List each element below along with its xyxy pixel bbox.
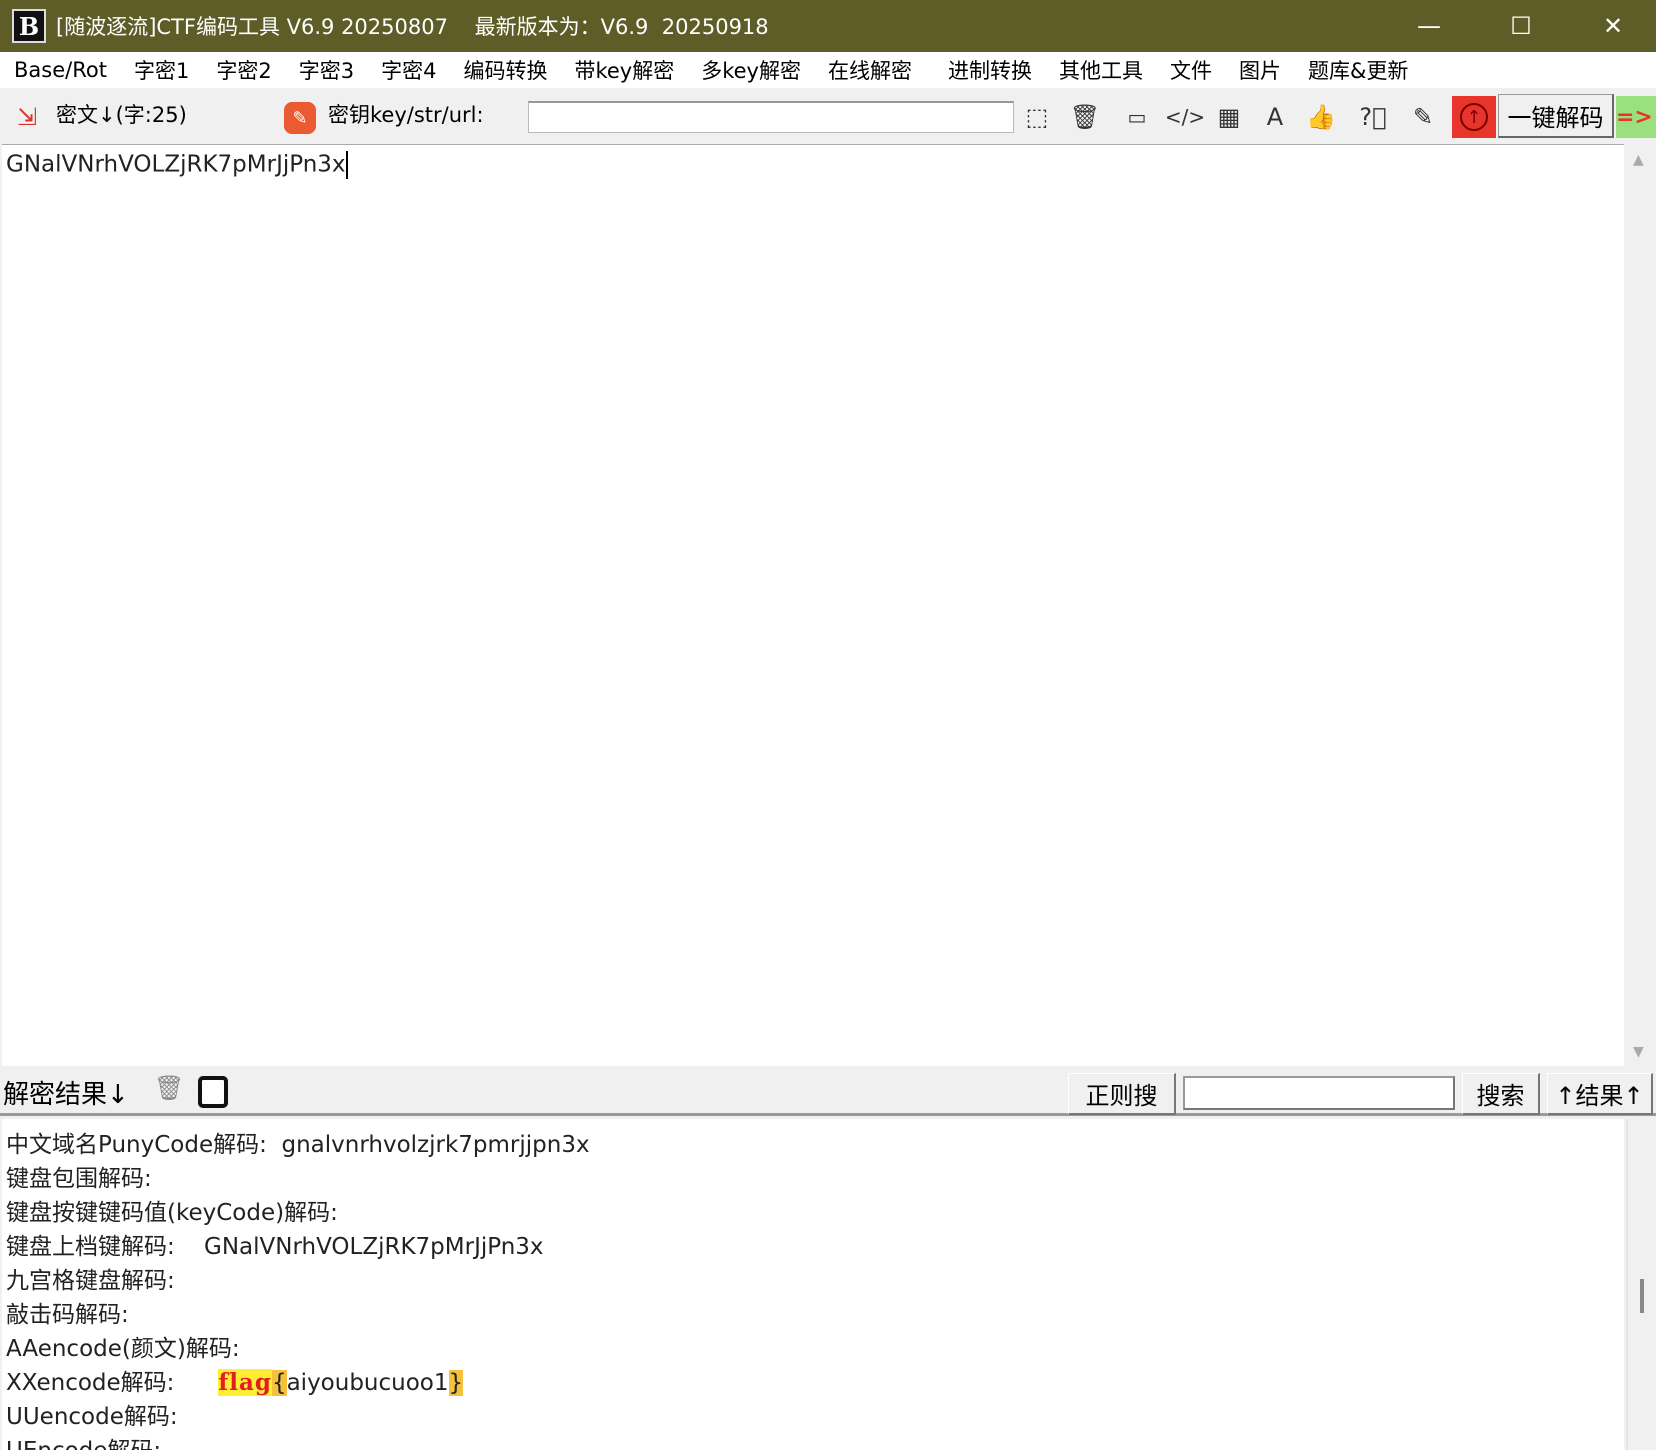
menu-other-tools[interactable]: 其他工具 [1059,55,1143,85]
result-line: 九宫格键盘解码: [6,1268,175,1294]
close-button[interactable]: ✕ [1578,0,1648,52]
result-line: 键盘上档键解码: GNalVNrhVOLZjRK7pMrJjPn3x [6,1234,544,1260]
app-logo-icon: B [12,9,46,43]
results-panel[interactable]: 中文域名PunyCode解码: gnalvnrhvolzjrk7pmrjjpn3… [2,1119,1624,1450]
menu-image[interactable]: 图片 [1239,55,1281,85]
menu-zimi1[interactable]: 字密1 [134,55,189,85]
window-title: [随波逐流]CTF编码工具 V6.9 20250807 最新版本为：V6.9 2… [56,15,769,39]
menu-encoding-convert[interactable]: 编码转换 [463,55,547,85]
thumbs-up-icon[interactable]: 👍 [1304,100,1338,134]
result-line-flag: XXencode解码: flag{aiyoubucuoo1} [6,1369,464,1396]
result-line: UUencode解码: [6,1404,178,1430]
menu-zimi3[interactable]: 字密3 [299,55,354,85]
results-label: 解密结果↓ [3,1080,129,1110]
scroll-up-icon[interactable]: ▲ [1633,152,1644,168]
scroll-thumb[interactable] [1640,1279,1644,1313]
text-caret [345,151,348,179]
menu-base-rot[interactable]: Base/Rot [14,58,107,82]
menu-base-convert[interactable]: 进制转换 [948,55,1032,85]
terminal-icon[interactable]: ▭ [1120,100,1154,134]
result-line: UEncode解码: [6,1435,161,1450]
arrow-label: => [1616,96,1656,138]
ciphertext-text: GNalVNrhVOLZjRK7pMrJjPn3x [6,151,346,178]
key-label: 密钥key/str/url: [328,103,484,127]
arrow-up-circle-icon: ↑ [1460,103,1488,131]
result-line: AAencode(颜文)解码: [6,1336,240,1362]
code-icon[interactable]: </> [1165,100,1205,134]
scroll-down-icon[interactable]: ▼ [1633,1044,1644,1060]
title-bar: B [随波逐流]CTF编码工具 V6.9 20250807 最新版本为：V6.9… [0,0,1656,52]
result-line: 敲击码解码: [6,1302,129,1328]
calculator-icon[interactable]: ▦ [1212,100,1246,134]
result-line: 键盘按键键码值(keyCode)解码: [6,1200,338,1226]
help-icon[interactable]: ?⃝ [1356,100,1390,134]
regex-search-button[interactable]: 正则搜 [1068,1073,1176,1115]
menu-file[interactable]: 文件 [1170,55,1212,85]
ciphertext-label: 密文↓(字:25) [56,103,187,127]
select-cursor-icon[interactable]: ⬚ [1020,100,1054,134]
results-scrollbar[interactable] [1626,1119,1656,1450]
editor-scrollbar[interactable]: ▲ ▼ [1626,144,1656,1066]
menu-zimi2[interactable]: 字密2 [216,55,271,85]
results-up-button[interactable]: ↑结果↑ [1547,1073,1653,1115]
key-input[interactable] [528,101,1014,133]
menu-question-bank-update[interactable]: 题库&更新 [1308,55,1408,85]
menu-zimi4[interactable]: 字密4 [381,55,436,85]
menu-key-decrypt[interactable]: 带key解密 [574,55,674,85]
copy-results-icon[interactable] [198,1076,228,1108]
trash-icon[interactable]: 🗑 [1068,100,1102,134]
minimize-button[interactable]: — [1394,0,1464,52]
font-icon[interactable]: A [1258,100,1292,134]
upload-button[interactable]: ↑ [1452,96,1496,138]
search-button[interactable]: 搜索 [1462,1073,1540,1115]
result-line: 中文域名PunyCode解码: gnalvnrhvolzjrk7pmrjjpn3… [6,1132,590,1158]
import-icon[interactable]: ⇲ [10,100,44,134]
edit-icon[interactable]: ✎ [1406,100,1440,134]
maximize-button[interactable]: ☐ [1486,0,1556,52]
clear-key-icon[interactable]: ✎ [284,102,316,134]
menu-multikey-decrypt[interactable]: 多key解密 [701,55,801,85]
result-line: 键盘包围解码: [6,1166,152,1192]
menu-online-decrypt[interactable]: 在线解密 [828,55,912,85]
ciphertext-editor[interactable]: GNalVNrhVOLZjRK7pMrJjPn3x [2,144,1624,1066]
flag-highlight: flag [218,1369,272,1396]
one-click-decode-button[interactable]: 一键解码 [1498,94,1614,138]
search-input[interactable] [1183,1076,1455,1110]
menu-bar: Base/Rot 字密1 字密2 字密3 字密4 编码转换 带key解密 多ke… [0,52,1656,88]
clear-results-icon[interactable]: 🗑 [154,1074,184,1102]
